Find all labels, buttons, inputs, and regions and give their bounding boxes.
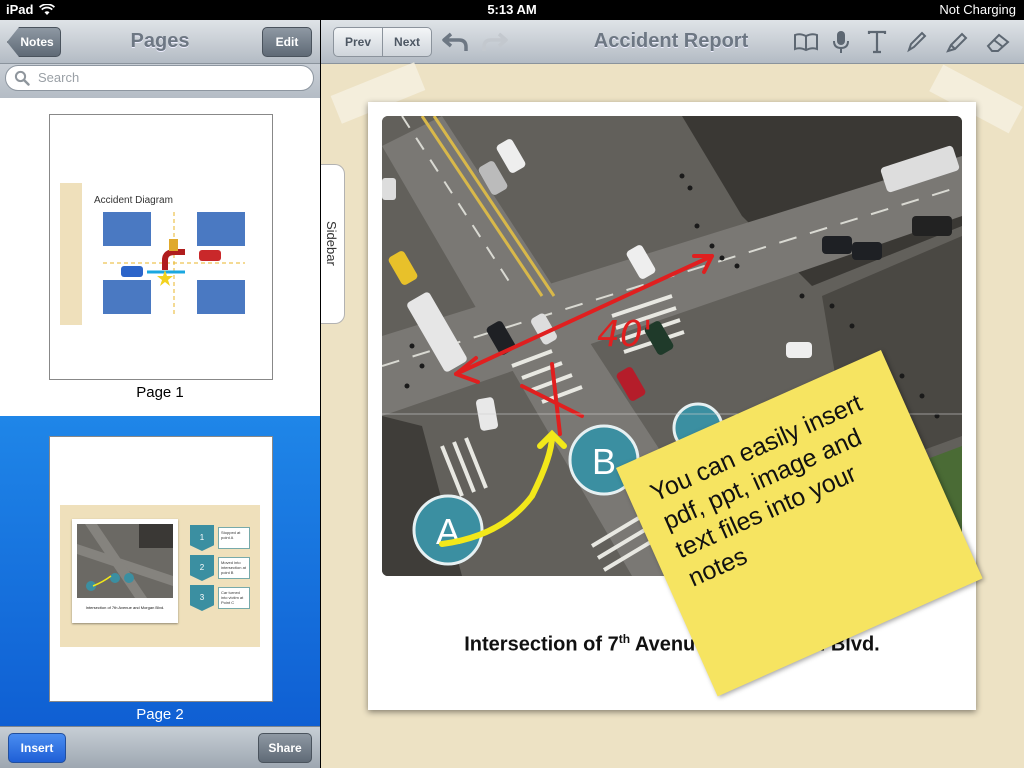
note-editor: Prev Next Accident Report Sidebar 40' A … [321, 20, 1024, 768]
step-text: Car turned into victim at Point C [218, 587, 250, 609]
photo-caption: Intersection of 7th Avenue and Morgan Bl… [464, 632, 879, 656]
marker-b: B [592, 441, 616, 482]
step-text: Moved into intersection at point B [218, 557, 250, 579]
pages-navbar: Notes Pages Edit [0, 20, 320, 64]
sidebar-tab[interactable]: Sidebar [321, 164, 345, 324]
editor-navbar: Prev Next Accident Report [321, 20, 1024, 64]
page-item-2[interactable]: Intersection of 7th Avenue and Morgan Bl… [0, 416, 320, 726]
status-bar: iPad 5:13 AM Not Charging [0, 0, 1024, 20]
pages-panel: Notes Pages Edit Search Accident Diagram [0, 20, 320, 768]
book-icon[interactable] [793, 32, 819, 52]
search-bar: Search [0, 64, 320, 98]
sidebar-label: Sidebar [324, 221, 339, 266]
thumb-photo-card: Intersection of 7th Avenue and Morgan Bl… [72, 519, 178, 623]
pen-icon[interactable] [905, 30, 927, 54]
page-item-1[interactable]: Accident Diagram Page 1 [0, 98, 320, 416]
page-thumbnail[interactable]: Intersection of 7th Avenue and Morgan Bl… [49, 436, 273, 702]
search-icon [14, 70, 30, 86]
page-label-1: Page 1 [136, 384, 184, 401]
battery-status: Not Charging [939, 2, 1016, 17]
page-thumbnail[interactable]: Accident Diagram [49, 114, 273, 380]
redo-icon[interactable] [481, 30, 509, 54]
microphone-icon[interactable] [833, 30, 849, 54]
accident-diagram-thumb [103, 212, 245, 314]
status-time: 5:13 AM [487, 2, 537, 17]
thumb-strip [60, 183, 82, 325]
next-button[interactable]: Next [382, 28, 431, 56]
eraser-icon[interactable] [985, 30, 1011, 54]
highlighter-icon[interactable] [945, 30, 969, 54]
pages-bottom-toolbar: Insert Share [0, 726, 320, 768]
text-tool-icon[interactable] [867, 30, 887, 54]
thumb-caption: Intersection of 7th Avenue and Morgan Bl… [85, 605, 165, 610]
page-list: Accident Diagram Page 1 Intersection of … [0, 98, 320, 726]
note-title: Accident Report [593, 30, 749, 52]
insert-button[interactable]: Insert [8, 733, 66, 763]
thumb-title: Accident Diagram [94, 195, 173, 206]
undo-icon[interactable] [441, 30, 469, 54]
page-nav-segment: Prev Next [333, 27, 433, 57]
step-text: Stopped at point A [218, 527, 250, 549]
share-button[interactable]: Share [258, 733, 312, 763]
edit-button[interactable]: Edit [262, 27, 312, 57]
distance-annotation: 40' [597, 314, 653, 355]
prev-button[interactable]: Prev [334, 28, 382, 56]
search-placeholder: Search [38, 70, 80, 85]
search-input[interactable]: Search [5, 65, 314, 91]
thumb-photo [77, 524, 173, 598]
page-label-2: Page 2 [136, 706, 184, 723]
